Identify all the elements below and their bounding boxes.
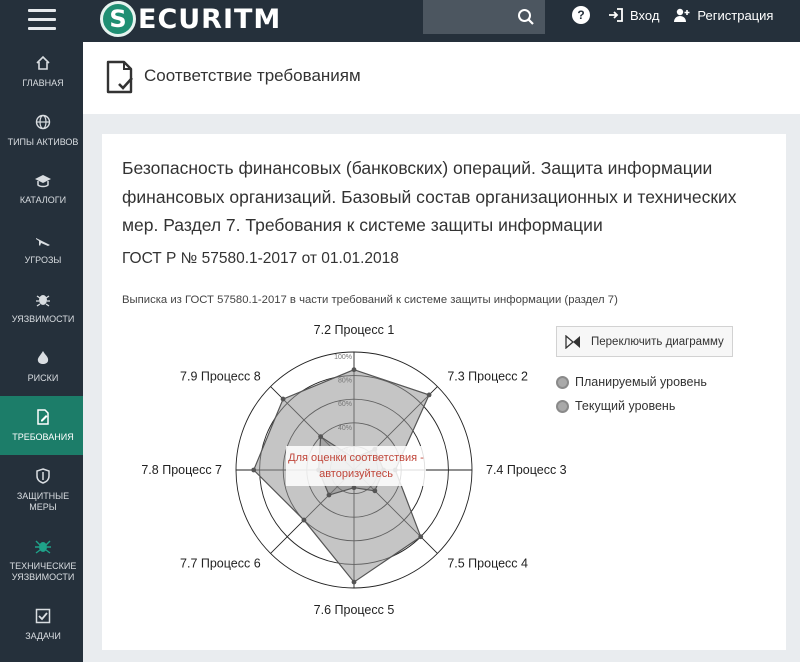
plane-icon bbox=[36, 237, 50, 246]
shield-icon bbox=[36, 467, 50, 484]
sidebar-item-tasks[interactable]: ЗАДАЧИ bbox=[0, 595, 83, 654]
data-point bbox=[351, 485, 357, 491]
globe-icon bbox=[35, 114, 51, 129]
legend-label: Текущий уровень bbox=[575, 399, 676, 413]
login-label: Вход bbox=[630, 7, 660, 23]
sidebar-item-label: ЗАЩИТНЫЕ МЕРЫ bbox=[16, 490, 70, 512]
chart-toggle-icon bbox=[565, 334, 580, 349]
page-header: Соответствие требованиям bbox=[83, 42, 800, 114]
fire-icon bbox=[37, 350, 49, 364]
axis-category-label: 7.6 Процесс 5 bbox=[314, 603, 395, 617]
legend-marker bbox=[556, 399, 569, 413]
toggle-chart-button[interactable]: Переключить диаграмму bbox=[556, 326, 733, 357]
login-link[interactable]: Вход bbox=[608, 7, 659, 23]
sidebar-item-requirements[interactable]: ТРЕБОВАНИЯ bbox=[0, 396, 83, 455]
tick-label: 100% bbox=[334, 354, 352, 361]
axis-category-label: 7.7 Процесс 6 bbox=[180, 556, 261, 570]
data-point bbox=[351, 367, 357, 373]
data-point bbox=[426, 392, 432, 398]
home-icon bbox=[36, 55, 50, 70]
register-label: Регистрация bbox=[697, 7, 774, 23]
sidebar-item-label: ТРЕБОВАНИЯ bbox=[12, 431, 74, 442]
help-icon[interactable]: ? bbox=[572, 6, 590, 24]
data-point bbox=[251, 467, 257, 473]
checkbox-icon bbox=[35, 608, 51, 623]
sidebar-item-label: ЗАДАЧИ bbox=[25, 630, 61, 641]
top-bar: S ECURITM ? Вход Регистрация bbox=[0, 0, 800, 42]
axis-category-label: 7.3 Процесс 2 bbox=[447, 370, 528, 384]
sidebar-item-label: РИСКИ bbox=[27, 372, 59, 383]
legend-item-current[interactable]: Текущий уровень bbox=[556, 394, 707, 418]
sidebar-item-vulnerabilities[interactable]: УЯЗВИМОСТИ bbox=[0, 278, 83, 337]
data-point bbox=[326, 492, 332, 498]
axis-category-label: 7.2 Процесс 1 bbox=[314, 323, 395, 337]
sidebar-item-home[interactable]: ГЛАВНАЯ bbox=[0, 42, 83, 101]
sidebar-item-risks[interactable]: РИСКИ bbox=[0, 337, 83, 396]
requirement-card: Безопасность финансовых (банковских) опе… bbox=[102, 134, 786, 650]
document-check-icon bbox=[106, 60, 133, 94]
axis-category-label: 7.9 Процесс 8 bbox=[180, 370, 261, 384]
toggle-chart-label: Переключить диаграмму bbox=[591, 335, 724, 348]
sidebar-item-technical-vulnerabilities[interactable]: ТЕХНИЧЕСКИЕ УЯЗВИМОСТИ bbox=[0, 525, 83, 595]
logo[interactable]: S ECURITM bbox=[100, 0, 281, 38]
legend-marker bbox=[556, 375, 569, 389]
data-point bbox=[318, 434, 324, 440]
sidebar-item-label: ТИПЫ АКТИВОВ bbox=[7, 136, 79, 147]
axis-category-label: 7.8 Процесс 7 bbox=[141, 463, 222, 477]
sidebar-item-label: УГРОЗЫ bbox=[24, 254, 62, 265]
data-point bbox=[351, 579, 357, 585]
legend-item-planned[interactable]: Планируемый уровень bbox=[556, 370, 707, 394]
sidebar-item-label: ГЛАВНАЯ bbox=[22, 77, 64, 88]
page-title: Соответствие требованиям bbox=[144, 66, 361, 85]
graduation-cap-icon bbox=[35, 174, 51, 187]
search-icon[interactable] bbox=[517, 8, 535, 26]
data-point bbox=[280, 396, 286, 402]
login-icon bbox=[609, 8, 623, 22]
chart-legend: Планируемый уровень Текущий уровень bbox=[556, 370, 707, 418]
sidebar-item-protective-measures[interactable]: ЗАЩИТНЫЕ МЕРЫ bbox=[0, 455, 83, 525]
legend-label: Планируемый уровень bbox=[575, 375, 707, 389]
tick-label: 80% bbox=[338, 378, 352, 385]
document-edit-icon bbox=[37, 408, 49, 425]
user-plus-icon bbox=[674, 8, 690, 22]
tick-label: 40% bbox=[338, 425, 352, 432]
data-point bbox=[301, 517, 307, 523]
bug-icon bbox=[36, 294, 50, 307]
sidebar-item-label: УЯЗВИМОСТИ bbox=[11, 313, 75, 324]
tick-label: 60% bbox=[338, 401, 352, 408]
sidebar-item-threats[interactable]: УГРОЗЫ bbox=[0, 219, 83, 278]
sidebar-item-asset-types[interactable]: ТИПЫ АКТИВОВ bbox=[0, 101, 83, 160]
data-point bbox=[372, 488, 378, 494]
axis-category-label: 7.5 Процесс 4 bbox=[447, 556, 528, 570]
sidebar-item-label: КАТАЛОГИ bbox=[19, 194, 67, 205]
search-input[interactable] bbox=[423, 0, 545, 34]
spider-icon bbox=[35, 540, 51, 554]
logo-badge: S bbox=[100, 1, 136, 37]
axis-category-label: 7.4 Процесс 3 bbox=[486, 463, 567, 477]
hamburger-menu-icon[interactable] bbox=[28, 9, 56, 31]
sidebar-item-label: ТЕХНИЧЕСКИЕ УЯЗВИМОСТИ bbox=[9, 560, 77, 582]
register-link[interactable]: Регистрация bbox=[673, 7, 773, 23]
login-prompt[interactable]: Для оценки соответствия - авторизуйтесь bbox=[286, 446, 426, 486]
logo-text: ECURITM bbox=[138, 3, 282, 35]
data-point bbox=[418, 534, 424, 540]
sidebar-item-catalogs[interactable]: КАТАЛОГИ bbox=[0, 160, 83, 219]
sidebar: ГЛАВНАЯ ТИПЫ АКТИВОВ КАТАЛОГИ УГРОЗЫ УЯЗ… bbox=[0, 42, 83, 662]
